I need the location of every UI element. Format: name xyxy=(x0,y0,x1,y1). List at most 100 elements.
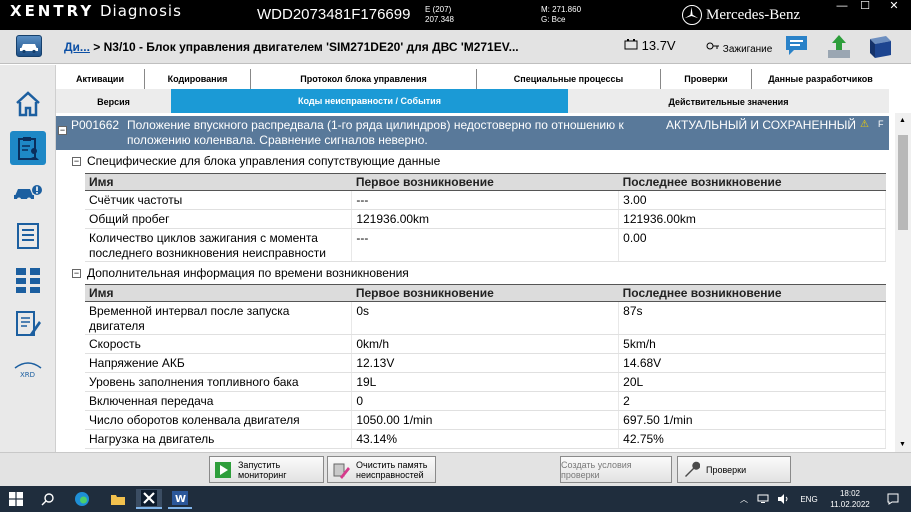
fault-description: Положение впускного распредвала (1-го ря… xyxy=(127,118,624,147)
table-header-row: Имя Первое возникновение Последнее возни… xyxy=(85,284,886,302)
warning-icon: ⚠ xyxy=(860,119,869,130)
create-test-conditions-label: Создать условия проверки xyxy=(561,459,632,480)
word-taskbar-item[interactable]: W xyxy=(168,489,192,509)
cell-name: Нагрузка на двигатель xyxy=(85,429,353,449)
notification-icon xyxy=(887,493,899,505)
scroll-down-arrow-icon[interactable]: ▼ xyxy=(899,441,906,448)
start-monitoring-label: Запустить мониторинг xyxy=(238,459,287,480)
svg-text:XRD: XRD xyxy=(20,371,35,379)
mercedes-star-logo xyxy=(682,5,702,25)
column-header-name: Имя xyxy=(85,173,352,191)
column-header-name: Имя xyxy=(85,284,352,302)
edit-document-button[interactable] xyxy=(10,307,46,341)
cell-first: 12.13V xyxy=(351,353,620,373)
clock-date: 11.02.2022 xyxy=(830,500,870,509)
control-units-button[interactable] xyxy=(10,263,46,297)
collapse-section2-toggle[interactable]: − xyxy=(72,269,81,278)
cell-last: 121936.00km xyxy=(618,209,886,229)
tab-control-unit-log[interactable]: Протокол блока управления xyxy=(251,69,477,89)
vehicle-model-e: E (207) xyxy=(425,5,452,14)
tab-fault-codes-events[interactable]: Коды неисправности / События xyxy=(171,89,568,113)
cell-first: 0 xyxy=(351,391,620,411)
speaker-icon xyxy=(778,494,788,504)
scroll-up-arrow-icon[interactable]: ▲ xyxy=(899,117,906,124)
upload-button[interactable] xyxy=(824,33,854,61)
vertical-scrollbar[interactable]: ▲ ▼ xyxy=(895,113,911,452)
start-button[interactable] xyxy=(6,489,26,509)
chat-button[interactable] xyxy=(783,33,813,61)
table-row: Временной интервал после запуска двигате… xyxy=(85,301,886,335)
voltage-value: 13.7V xyxy=(641,38,676,53)
fault-details-panel: − P001662 Положение впускного распредвал… xyxy=(56,113,895,452)
language-indicator[interactable]: ENG xyxy=(800,489,818,509)
tab-actual-values[interactable]: Действительные значения xyxy=(568,91,889,113)
fault-code-header[interactable]: − P001662 Положение впускного распредвал… xyxy=(56,116,889,150)
play-icon xyxy=(215,461,231,478)
book-icon xyxy=(870,36,891,58)
table-row: Скорость 0km/h 5km/h xyxy=(85,334,886,354)
xrd-button[interactable]: XRD xyxy=(10,351,46,385)
vehicle-button[interactable] xyxy=(16,35,42,57)
folder-icon xyxy=(111,495,125,505)
scrollbar-thumb[interactable] xyxy=(898,135,908,230)
column-header-last: Последнее возникновение xyxy=(618,284,886,302)
maximize-button[interactable]: ☐ xyxy=(849,0,881,14)
tab-special-procedures[interactable]: Специальные процессы xyxy=(477,69,661,89)
cell-last: 0.00 xyxy=(618,228,886,262)
checks-label: Проверки xyxy=(706,464,747,475)
network-tray-icon[interactable] xyxy=(756,489,770,509)
notifications-button[interactable] xyxy=(884,489,902,509)
vin-number: WDD2073481F176699 xyxy=(257,6,411,23)
tab-tests[interactable]: Проверки xyxy=(661,69,752,89)
brand-xentry: XENTRY xyxy=(10,2,95,20)
file-explorer-taskbar-item[interactable] xyxy=(106,489,130,509)
cell-last: 3.00 xyxy=(618,190,886,210)
chat-icon xyxy=(786,36,807,55)
breadcrumb: Ди... > N3/10 - Блок управления двигател… xyxy=(64,40,519,54)
breadcrumb-link[interactable]: Ди... xyxy=(64,40,90,54)
table-row: Общий пробег 121936.00km 121936.00km xyxy=(85,209,886,229)
tab-activations[interactable]: Активации xyxy=(56,69,145,89)
edge-browser-taskbar-item[interactable] xyxy=(70,489,94,509)
close-button[interactable]: ✕ xyxy=(878,0,910,14)
cell-first: 121936.00km xyxy=(351,209,620,229)
tab-version[interactable]: Версия xyxy=(56,91,171,113)
cell-name: Число оборотов коленвала двигателя xyxy=(85,410,353,430)
table-row: Уровень заполнения топливного бака 19L 2… xyxy=(85,372,886,392)
tray-expand-icon[interactable]: ︿ xyxy=(738,489,750,509)
cell-name: Уровень заполнения топливного бака xyxy=(85,372,353,392)
create-test-conditions-button[interactable]: Создать условия проверки xyxy=(560,456,672,483)
table-header-row: Имя Первое возникновение Последнее возни… xyxy=(85,173,886,191)
vehicle-warning-button[interactable] xyxy=(10,175,46,209)
start-monitoring-button[interactable]: Запустить мониторинг xyxy=(209,456,324,483)
column-header-last: Последнее возникновение xyxy=(618,173,886,191)
diagnosis-button[interactable] xyxy=(10,131,46,165)
system-clock[interactable]: 18:02 11.02.2022 xyxy=(822,488,878,510)
fault-code: P001662 xyxy=(71,118,120,132)
checks-button[interactable]: Проверки xyxy=(677,456,791,483)
windows-logo-icon xyxy=(9,492,23,506)
left-navigation-rail: XRD xyxy=(0,65,56,486)
help-book-button[interactable] xyxy=(865,33,895,61)
section-title-unit-specific: Специфические для блока управления сопут… xyxy=(87,154,441,168)
home-button[interactable] xyxy=(10,87,46,121)
table-row: Число оборотов коленвала двигателя 1050.… xyxy=(85,410,886,430)
cell-last: 697.50 1/min xyxy=(618,410,886,430)
list-button[interactable] xyxy=(10,219,46,253)
ignition-key-icon xyxy=(706,42,719,50)
vehicle-model-code: 207.348 xyxy=(425,15,454,24)
xentry-taskbar-item[interactable] xyxy=(136,489,162,509)
cell-first: 0s xyxy=(351,301,620,335)
app-brand: XENTRY Diagnosis xyxy=(10,2,182,20)
collapse-fault-toggle[interactable]: − xyxy=(58,126,67,135)
table-row: Включенная передача 0 2 xyxy=(85,391,886,411)
cell-last: 14.68V xyxy=(618,353,886,373)
tab-codings[interactable]: Кодирования xyxy=(145,69,251,89)
clear-fault-memory-button[interactable]: Очистить память неисправностей xyxy=(327,456,436,483)
search-button[interactable] xyxy=(38,489,58,509)
cell-name: Скорость xyxy=(85,334,353,354)
collapse-section1-toggle[interactable]: − xyxy=(72,157,81,166)
volume-tray-icon[interactable] xyxy=(776,489,790,509)
tab-developer-data[interactable]: Данные разработчиков xyxy=(752,69,889,89)
xrd-icon: XRD xyxy=(14,362,42,379)
